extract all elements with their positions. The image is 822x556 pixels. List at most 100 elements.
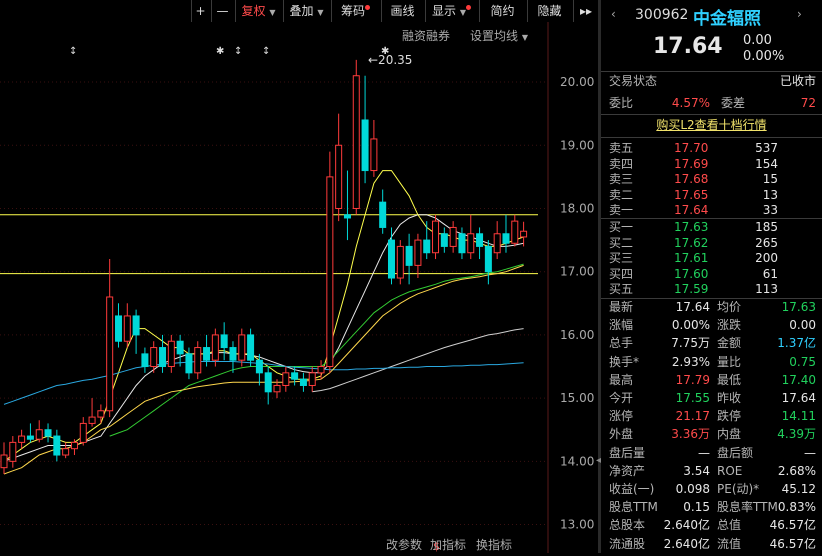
next-stock-icon[interactable]: ›: [797, 7, 802, 21]
candle-body[interactable]: [238, 334, 246, 361]
candle-body[interactable]: [62, 448, 70, 456]
chips-button[interactable]: 筹码: [331, 0, 379, 22]
candle-body[interactable]: [44, 429, 52, 437]
candle-body[interactable]: [255, 359, 263, 374]
candle-body[interactable]: [211, 334, 219, 361]
kline-svg[interactable]: 20.00 19.00 18.00 17.00 16.00 15.00 14.00 13.00…: [0, 22, 598, 553]
candle-body[interactable]: [405, 245, 413, 266]
overlay-button[interactable]: 叠加 ▼: [283, 0, 329, 22]
ask-label: 卖三: [609, 172, 634, 186]
stat-value: 46.57亿: [769, 536, 816, 551]
candle-body[interactable]: [326, 176, 334, 368]
candle-body[interactable]: [379, 201, 387, 228]
prev-stock-icon[interactable]: ‹: [611, 7, 616, 21]
candle-body[interactable]: [370, 138, 378, 172]
candle-body[interactable]: [79, 422, 87, 443]
candle-body[interactable]: [291, 372, 299, 380]
candle-body[interactable]: [299, 378, 307, 386]
candle-body[interactable]: [432, 220, 440, 254]
bid-level: 买二 17.62 265: [601, 235, 822, 252]
separator: [601, 137, 822, 138]
candle-body[interactable]: [88, 416, 96, 424]
zoom-out-button[interactable]: —: [211, 0, 233, 22]
candle-body[interactable]: [493, 233, 501, 254]
stat-value: 17.64: [781, 391, 816, 405]
candle-body[interactable]: [114, 315, 122, 342]
simple-button[interactable]: 简约: [479, 0, 525, 22]
candle-body[interactable]: [352, 75, 360, 209]
event-marker-icon[interactable]: ↕: [234, 46, 242, 57]
stat-label: 最高: [609, 372, 634, 387]
candle-body[interactable]: [520, 230, 528, 238]
candle-body[interactable]: [194, 347, 202, 374]
candle-body[interactable]: [361, 119, 369, 172]
hide-button[interactable]: 隐藏: [527, 0, 571, 22]
candle-body[interactable]: [35, 429, 43, 440]
candle-body[interactable]: [343, 214, 351, 219]
candle-body[interactable]: [414, 239, 422, 266]
candle-body[interactable]: [282, 372, 290, 386]
stat-value: —: [804, 445, 816, 460]
candle-body[interactable]: [106, 296, 114, 412]
candle-body[interactable]: [9, 441, 17, 462]
candle-body[interactable]: [0, 454, 8, 469]
candle-body[interactable]: [317, 366, 325, 374]
draw-button[interactable]: 画线: [381, 0, 423, 22]
stat-value: —: [698, 445, 710, 460]
candle-body[interactable]: [229, 347, 237, 361]
candle-body[interactable]: [476, 233, 484, 247]
candle-body[interactable]: [220, 334, 228, 349]
candle-body[interactable]: [26, 435, 34, 440]
candle-body[interactable]: [18, 435, 26, 443]
stat-label: 今开: [609, 391, 634, 405]
candle-body[interactable]: [511, 220, 519, 244]
candle-body[interactable]: [150, 347, 158, 368]
expand-right-icon[interactable]: ▸▸: [573, 0, 598, 22]
candle-body[interactable]: [167, 340, 175, 368]
bid-volume: 185: [755, 220, 778, 234]
change-indicator-button[interactable]: 换指标: [476, 536, 512, 553]
event-marker-icon[interactable]: ✱: [381, 46, 389, 57]
margin-trading-link[interactable]: 融资融券: [402, 27, 450, 44]
candle-body[interactable]: [273, 384, 281, 393]
stat-label: 最低: [717, 372, 742, 387]
candle-body[interactable]: [484, 245, 492, 273]
display-button[interactable]: 显示 ▼: [425, 0, 477, 22]
ma-yellow-line: [3, 170, 524, 462]
event-marker-icon[interactable]: ↕: [262, 46, 270, 57]
candle-body[interactable]: [203, 347, 211, 361]
candle-body[interactable]: [176, 340, 184, 355]
price-change: 0.00: [743, 33, 772, 48]
candle-body[interactable]: [458, 233, 466, 254]
candle-body[interactable]: [467, 233, 475, 254]
candle-body[interactable]: [132, 315, 140, 336]
candle-body[interactable]: [440, 233, 448, 247]
candle-body[interactable]: [97, 410, 105, 418]
candle-body[interactable]: [70, 441, 78, 450]
candle-body[interactable]: [53, 435, 61, 456]
candle-body[interactable]: [247, 334, 255, 361]
event-marker-icon[interactable]: ✱: [216, 46, 224, 57]
adjust-button[interactable]: 复权 ▼: [235, 0, 281, 22]
candle-body[interactable]: [502, 233, 510, 244]
candle-body[interactable]: [423, 239, 431, 254]
event-marker-icon[interactable]: ↕: [69, 46, 77, 57]
candle-body[interactable]: [264, 372, 272, 393]
ma-setting-link[interactable]: 设置均线 ▼: [470, 27, 528, 44]
l2-link[interactable]: 购买L2查看十档行情: [601, 117, 822, 134]
zoom-in-button[interactable]: +: [191, 0, 209, 22]
candle-body[interactable]: [141, 353, 149, 368]
candle-body[interactable]: [159, 347, 167, 368]
candle-body[interactable]: [396, 245, 404, 279]
param-button[interactable]: 改参数: [386, 536, 422, 553]
candle-body[interactable]: [335, 144, 343, 209]
kline-chart[interactable]: 20.00 19.00 18.00 17.00 16.00 15.00 14.00 13.00…: [0, 22, 598, 553]
stat-row: 总手 7.75万 金额 1.37亿: [601, 335, 822, 352]
candle-body[interactable]: [387, 239, 395, 279]
candle-body[interactable]: [308, 372, 316, 386]
candle-body[interactable]: [123, 315, 131, 342]
status-row: 交易状态 已收市: [601, 73, 822, 90]
candle-body[interactable]: [185, 353, 193, 374]
candle-body[interactable]: [449, 226, 457, 247]
add-indicator-button[interactable]: 加指标: [430, 536, 466, 553]
